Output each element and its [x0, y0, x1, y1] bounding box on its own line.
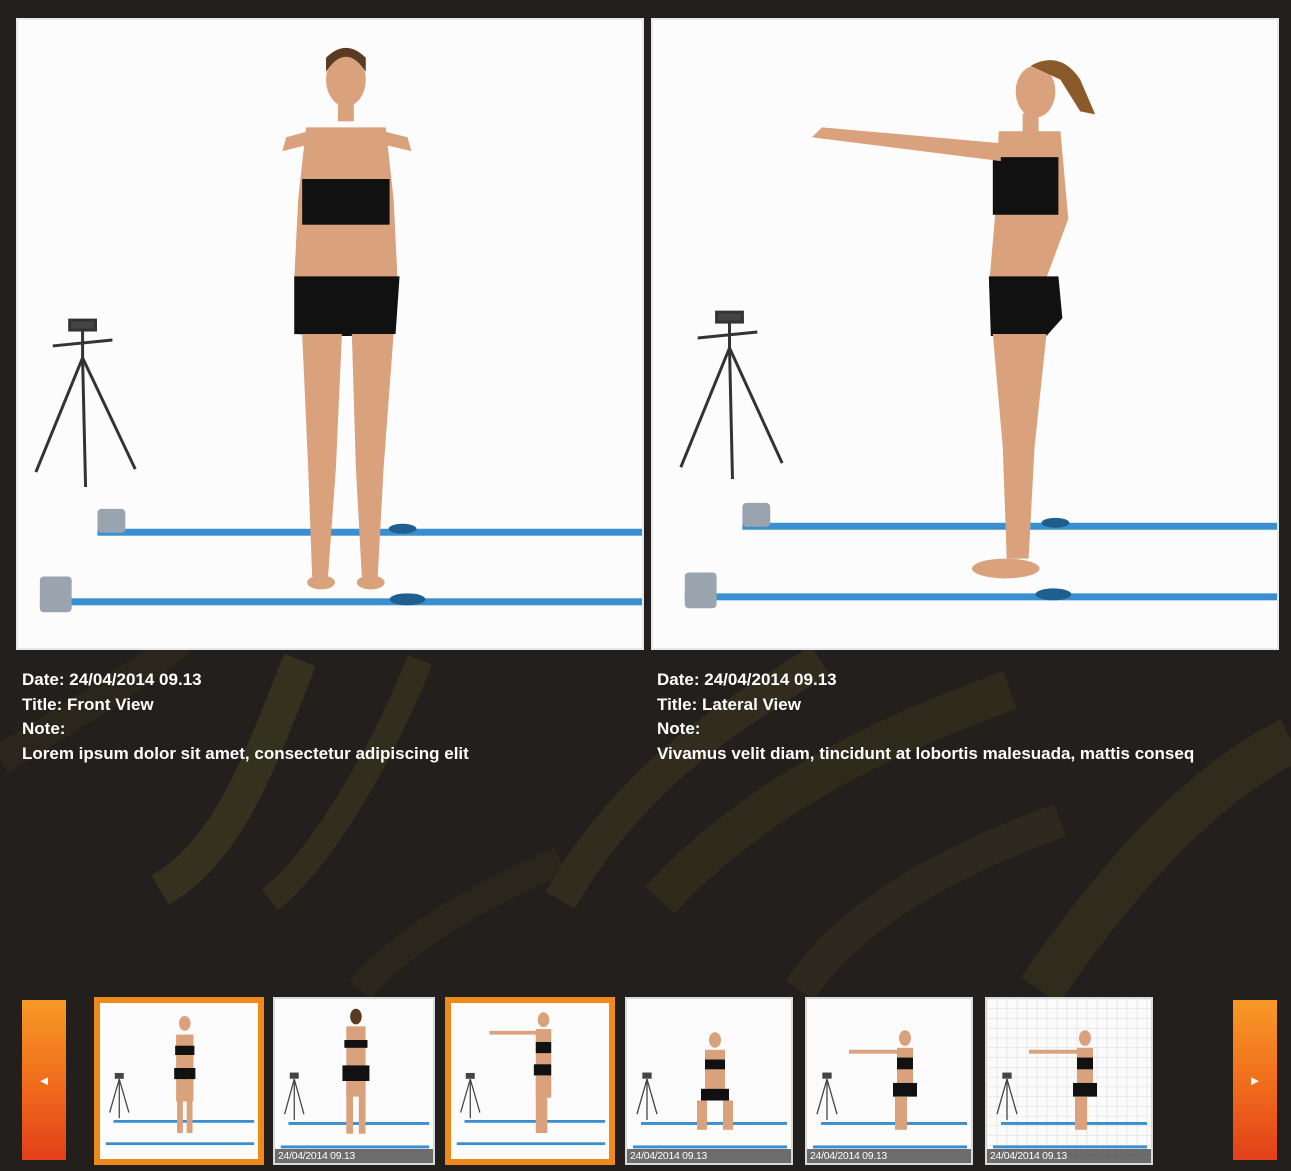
date-value: 24/04/2014 09.13 — [704, 670, 837, 689]
thumbnail-date: 24/04/2014 09.13 — [987, 1149, 1151, 1163]
thumbnail-squat-front[interactable]: 24/04/2014 09.13 — [625, 997, 793, 1165]
front-view-info: Date: 24/04/2014 09.13 Title: Front View… — [22, 668, 642, 766]
note-label: Note: — [657, 719, 701, 738]
thumbnail-squat-side-grid[interactable]: 24/04/2014 09.13 — [985, 997, 1153, 1165]
date-line: Date: 24/04/2014 09.13 — [657, 668, 1291, 693]
note-text: Lorem ipsum dolor sit amet, consectetur … — [22, 743, 469, 763]
date-value: 24/04/2014 09.13 — [69, 670, 202, 689]
thumbnail-back[interactable]: 24/04/2014 09.13 — [273, 997, 435, 1165]
triangle-right-icon: ► — [1248, 1072, 1262, 1088]
thumbnail-image — [451, 1003, 609, 1159]
title-value: Lateral View — [702, 694, 801, 714]
carousel-next-button[interactable]: ► — [1233, 1000, 1277, 1160]
carousel-prev-button[interactable]: ◄ — [22, 1000, 66, 1160]
thumbnail-date: 24/04/2014 09.13 — [275, 1149, 433, 1163]
note-label: Note: — [22, 719, 66, 738]
thumbnail-date: 24/04/2014 09.13 — [807, 1149, 971, 1163]
thumbnail-lateral[interactable] — [445, 997, 615, 1165]
lateral-view-info: Date: 24/04/2014 09.13 Title: Lateral Vi… — [657, 668, 1291, 766]
title-value: Front View — [67, 694, 154, 714]
thumbnail-date: 24/04/2014 09.13 — [627, 1149, 791, 1163]
triangle-left-icon: ◄ — [37, 1072, 51, 1088]
front-view-photo[interactable] — [16, 18, 644, 650]
title-label: Title: — [657, 694, 698, 714]
thumbnail-image — [987, 999, 1151, 1163]
note-text: Vivamus velit diam, tincidunt at loborti… — [657, 743, 1195, 763]
thumbnail-image — [807, 999, 971, 1163]
front-view-image — [18, 20, 642, 648]
date-label: Date: — [657, 670, 700, 689]
title-label: Title: — [22, 694, 63, 714]
thumbnail-front[interactable] — [94, 997, 264, 1165]
thumbnail-image — [627, 999, 791, 1163]
lateral-view-photo[interactable] — [651, 18, 1279, 650]
lateral-view-image — [653, 20, 1277, 648]
thumbnail-image — [275, 999, 433, 1163]
date-line: Date: 24/04/2014 09.13 — [22, 668, 642, 693]
date-label: Date: — [22, 670, 65, 689]
title-line: Title: Lateral View — [657, 693, 1291, 718]
thumbnail-squat-side[interactable]: 24/04/2014 09.13 — [805, 997, 973, 1165]
title-line: Title: Front View — [22, 693, 642, 718]
thumbnail-image — [100, 1003, 258, 1159]
